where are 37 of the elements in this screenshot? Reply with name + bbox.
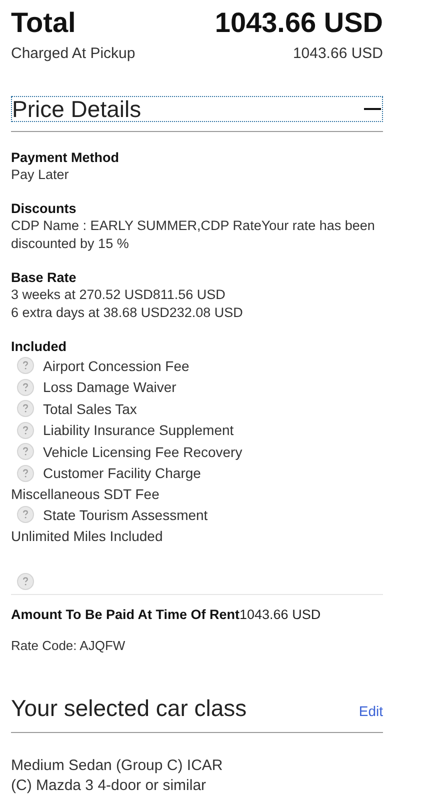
car-class-text: Medium Sedan (Group C) ICAR <box>11 756 224 776</box>
help-icon[interactable] <box>17 378 34 396</box>
included-note: Unlimited Miles Included <box>11 528 163 544</box>
detail-heading: Payment Method <box>11 149 120 166</box>
help-icon[interactable] <box>17 357 34 374</box>
fee-name: Customer Facility Charge <box>43 464 201 484</box>
help-icon[interactable] <box>17 422 34 439</box>
rate-code: Rate Code: AJQFW <box>11 637 126 655</box>
detail-heading: Discounts <box>11 200 78 217</box>
car-class-text: (C) Mazda 3 4-door or similar <box>11 776 208 796</box>
price-details-header[interactable]: Price Details <box>11 96 383 122</box>
detail-heading: Included <box>11 338 68 355</box>
charged-amount: 1043.66 USD <box>292 44 383 64</box>
fee-name: Total Sales Tax <box>43 400 137 419</box>
detail-text: CDP Name : EARLY SUMMER,CDP RateYour rate has been discounted by 15 % <box>11 217 376 253</box>
edit-link[interactable]: Edit <box>358 703 383 719</box>
help-icon[interactable] <box>17 464 34 482</box>
section-title: Your selected car class <box>11 694 247 723</box>
fee-name: Loss Damage Waiver <box>43 378 176 398</box>
detail-text: 6 extra days at 38.68 USD232.08 USD <box>11 304 244 322</box>
fee-name: State Tourism Assessment <box>43 506 208 525</box>
fee-name: Airport Concession Fee <box>43 356 190 376</box>
total-label: Total <box>11 6 76 40</box>
charged-label: Charged At Pickup <box>11 44 136 64</box>
included-note: Miscellaneous SDT Fee <box>11 486 160 502</box>
detail-heading: Base Rate <box>11 269 78 286</box>
detail-text: Pay Later <box>11 166 70 184</box>
fee-name: Vehicle Licensing Fee Recovery <box>43 442 242 462</box>
amount-due-text: Amount To Be Paid At Time Of Rent1043.66 USD <box>11 606 322 624</box>
help-icon[interactable] <box>17 400 34 418</box>
help-icon[interactable] <box>17 572 34 590</box>
help-icon[interactable] <box>17 506 34 524</box>
fee-name: Liability Insurance Supplement <box>43 421 234 440</box>
section-title: Price Details <box>12 97 142 121</box>
total-amount: 1043.66 USD <box>214 6 383 40</box>
help-icon[interactable] <box>17 443 34 460</box>
detail-text: 3 weeks at 270.52 USD811.56 USD <box>11 286 226 304</box>
